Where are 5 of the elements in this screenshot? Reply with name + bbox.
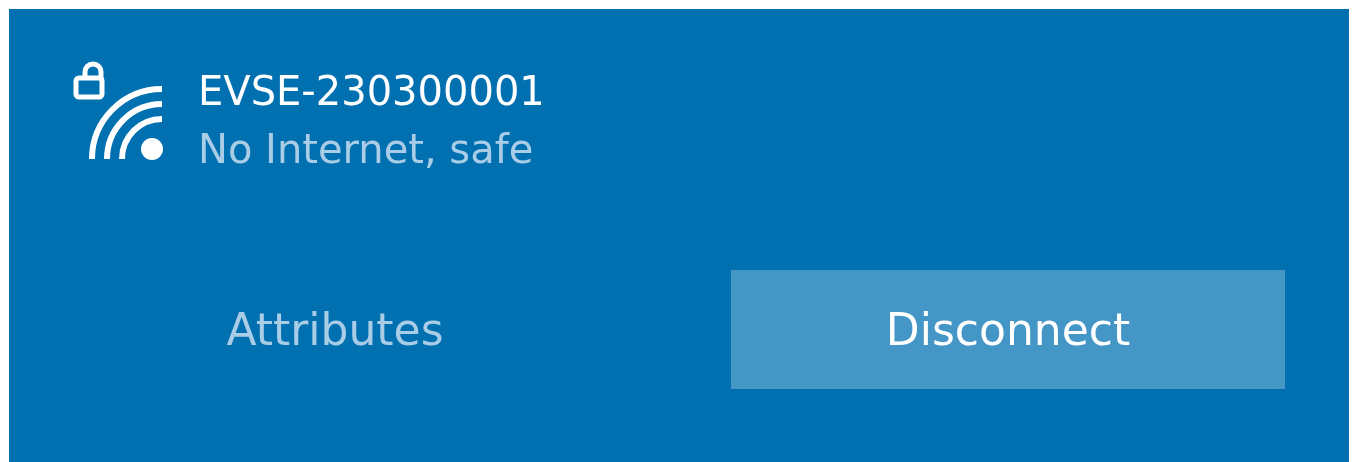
attributes-button[interactable]: Attributes: [58, 270, 612, 389]
network-name: EVSE-230300001: [198, 67, 545, 115]
wifi-icon: [89, 86, 163, 160]
disconnect-button[interactable]: Disconnect: [731, 270, 1285, 389]
network-status: No Internet, safe: [198, 125, 535, 174]
